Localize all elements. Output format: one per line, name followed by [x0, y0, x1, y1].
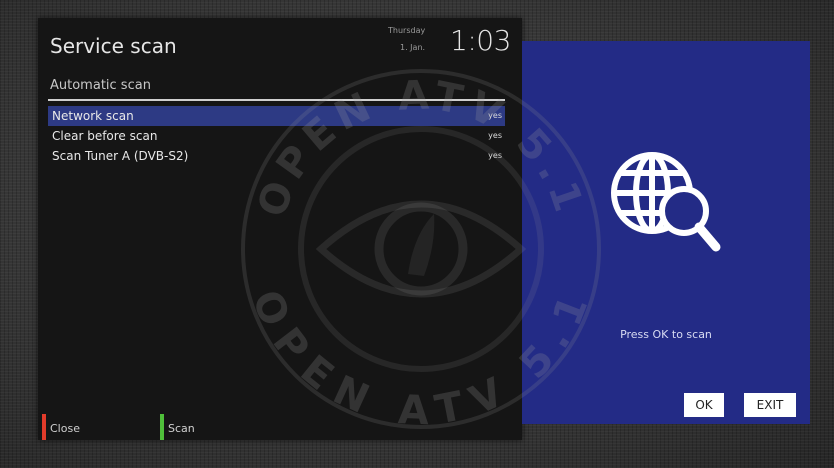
ok-button[interactable]: OK — [684, 393, 724, 417]
title-divider — [48, 99, 505, 101]
scan-button-label: Scan — [168, 422, 195, 435]
config-row-value: yes — [488, 131, 502, 140]
globe-search-icon — [611, 152, 721, 252]
page-title: Service scan — [50, 34, 177, 58]
config-row-network-scan[interactable]: Network scan yes — [48, 106, 505, 126]
config-row-label: Network scan — [52, 109, 134, 123]
close-button-label: Close — [50, 422, 80, 435]
config-row-label: Clear before scan — [52, 129, 158, 143]
green-key-indicator — [160, 414, 164, 440]
clock-date: 1. Jan. — [400, 43, 426, 52]
info-panel: Press OK to scan OK EXIT — [522, 41, 810, 424]
red-key-indicator — [42, 414, 46, 440]
config-row-scan-tuner-a[interactable]: Scan Tuner A (DVB-S2) yes — [48, 146, 505, 166]
scan-type-heading: Automatic scan — [50, 78, 151, 93]
clock-time: 1:03 — [450, 24, 511, 57]
config-list: Network scan yes Clear before scan yes S… — [48, 106, 505, 166]
exit-button[interactable]: EXIT — [744, 393, 796, 417]
config-row-clear-before-scan[interactable]: Clear before scan yes — [48, 126, 505, 146]
config-row-value: yes — [488, 151, 502, 160]
scan-hint-text: Press OK to scan — [620, 328, 712, 341]
config-row-label: Scan Tuner A (DVB-S2) — [52, 149, 189, 163]
service-scan-panel: Service scan Thursday 1. Jan. 1:03 Autom… — [38, 18, 522, 440]
config-row-value: yes — [488, 111, 502, 120]
clock-day: Thursday — [388, 26, 426, 35]
